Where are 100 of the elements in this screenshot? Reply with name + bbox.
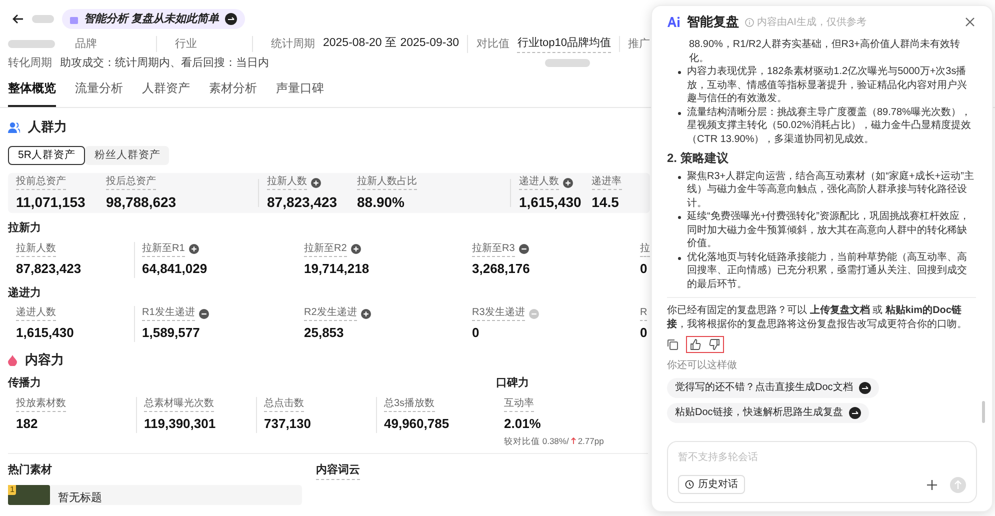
tab[interactable]: 声量口碑 [276, 79, 324, 107]
suggestion-chip[interactable]: 觉得写的还不错？点击直接生成Doc文档 [667, 378, 879, 398]
metric-value: 49,960,785 [384, 414, 450, 432]
copy-icon [667, 339, 678, 350]
metric-label: R1发生递进 [142, 306, 195, 321]
arrow-circle-icon [848, 406, 861, 418]
arrow-up-icon [954, 480, 962, 489]
metric-value: 737,130 [264, 414, 312, 432]
minus-circle-icon [528, 308, 539, 318]
bullet-text: 聚焦R3+人群定向运营，结合高互动素材（如“家庭+成长+运动”主线）与磁力金牛等高意向触点，强化高阶人群承接与转化路径设计。 [687, 170, 975, 210]
metric-value: 1,615,430 [519, 193, 582, 211]
metric-value: 11,071,153 [16, 193, 86, 211]
group-title: 拉新力 [8, 220, 42, 236]
metric-label: 投放素材数 [16, 396, 66, 412]
metric-value: 1,589,577 [142, 324, 201, 342]
metric-label: R3发生递进 [472, 306, 525, 321]
metric-label: 总素材曝光次数 [144, 396, 214, 412]
plus-circle-icon [350, 244, 361, 254]
delta-text: 2.77pp [578, 434, 604, 448]
panel-title: 智能复盘 [687, 13, 739, 32]
metric-label: 拉新人数占比 [357, 175, 418, 190]
metric-label: 拉新人数 [16, 242, 56, 256]
metric-label: 拉新至R2 [304, 242, 347, 256]
metric-value: 19,714,218 [304, 260, 370, 278]
chat-input[interactable]: 暂不支持多轮会话 历史对话 [667, 441, 977, 503]
prompt-paragraph: 你已经有固定的复盘思路？可以 上传复盘文档 或 粘贴kim的Doc链接，我将根据你的复盘思路将这份复盘报告改写成更符合你的口吻。 [667, 304, 968, 331]
scrollbar-thumb[interactable] [982, 401, 985, 423]
metric-label: 拉 [640, 242, 650, 256]
metric-value: 2.01% [504, 414, 542, 432]
back-arrow-icon [12, 13, 24, 25]
group-title: 口碑力 [496, 376, 530, 391]
metric-value: 0 [640, 260, 648, 278]
metric-label: 投后总资产 [106, 175, 156, 190]
group-title: 热门素材 [8, 462, 53, 478]
metric-value: 25,853 [304, 324, 345, 342]
compare-text: 较对比值 0.38%/ [504, 434, 569, 448]
redacted-block [32, 15, 54, 23]
section-title: 人群力 [28, 118, 67, 136]
section-title: 内容力 [25, 351, 64, 370]
metric-value: 0 [640, 324, 648, 342]
hot-item[interactable]: 1 暂无标题 [8, 484, 302, 505]
bullet-text: 延续“免费强曝光+付费强转化”资源配比，巩固挑战赛杠杆效应，同时加大磁力金牛预算倾斜，放大其在高意向人群中的转化稀缺价值。 [687, 210, 970, 250]
arrow-circle-icon [225, 13, 238, 25]
tab[interactable]: 素材分析 [209, 79, 257, 107]
metric-label: 递进率 [592, 175, 622, 190]
meta-value: 助攻成交：统计周期内、看后回搜：当日内 [60, 56, 269, 71]
compare-select[interactable]: 行业top10品牌均值 [517, 35, 611, 53]
group-title: 内容词云 [316, 462, 360, 480]
disclaimer-text: 内容由AI生成，仅供参考 [757, 16, 866, 30]
metric-value: 87,823,423 [267, 193, 338, 211]
plus-circle-icon [311, 178, 322, 188]
metric-label: 互动率 [504, 396, 534, 412]
minus-circle-icon [518, 244, 529, 254]
metric-value: 119,390,301 [144, 414, 217, 432]
plus-circle-icon [188, 244, 199, 254]
meta-value: 2025-08-20 至 2025-09-30 [323, 36, 460, 52]
redacted-block [545, 59, 590, 67]
people-icon [8, 122, 20, 132]
metric-label: 拉新至R3 [472, 242, 515, 256]
group-title: 递进力 [8, 286, 42, 300]
ai-logo-icon [667, 16, 681, 28]
metric-value: 182 [16, 414, 39, 432]
minus-circle-icon [198, 308, 209, 318]
suggestion-chip[interactable]: 粘贴Doc链接，快速解析思路生成复盘 [667, 402, 869, 422]
metric-label: 递进人数 [16, 306, 56, 321]
group-title: 传播力 [8, 376, 42, 391]
metric-value: 64,841,029 [142, 260, 208, 278]
item-title: 暂无标题 [58, 490, 102, 505]
metric-value: 0 [472, 324, 480, 342]
summary-paragraph: 88.90%，R1/R2人群夯实基础，但R3+高价值人群尚未有效转化。 [688, 38, 961, 65]
plus-circle-icon [360, 308, 371, 318]
metric-label: 总3s播放数 [384, 396, 435, 412]
rank-badge: 1 [8, 484, 16, 495]
segment-tab[interactable]: 5R人群资产 [8, 146, 86, 165]
clock-icon [685, 480, 694, 489]
drop-icon [8, 354, 17, 366]
metric-label: 总点击数 [264, 396, 304, 412]
metric-label: R2发生递进 [304, 306, 357, 321]
metric-value: 3,268,176 [472, 260, 531, 278]
metric-value: 87,823,423 [16, 260, 82, 278]
meta-label: 推广 [619, 36, 650, 52]
metric-value: 98,788,623 [106, 193, 178, 211]
metric-label: 投前总资产 [16, 175, 66, 190]
close-button[interactable] [963, 15, 977, 29]
meta-label: 行业 [175, 36, 197, 52]
bullet-text: 内容力表现优异，182条素材驱动1.2亿次曝光与5000万+次3s播放，互动率、情感值等指标显著提升，验证精品化内容对用户兴趣与信任的有效激发。 [687, 65, 968, 106]
add-button[interactable] [926, 478, 938, 490]
meta-label: 品牌 [75, 36, 97, 52]
tab[interactable]: 人群资产 [142, 79, 190, 107]
promo-badge[interactable]: 智能分析 复盘从未如此简单 [62, 9, 246, 29]
segment-tab[interactable]: 粉丝人群资产 [85, 146, 170, 165]
up-arrow-icon [570, 437, 576, 444]
metric-label: R [640, 306, 648, 321]
metric-value: 88.90% [357, 193, 406, 211]
message-input[interactable]: 暂不支持多轮会话 [678, 450, 966, 465]
tab[interactable]: 流量分析 [75, 79, 123, 107]
history-button[interactable]: 历史对话 [678, 475, 745, 494]
arrow-circle-icon [858, 382, 871, 394]
metric-value: 14.5 [592, 193, 620, 211]
tab[interactable]: 整体概览 [8, 79, 56, 107]
